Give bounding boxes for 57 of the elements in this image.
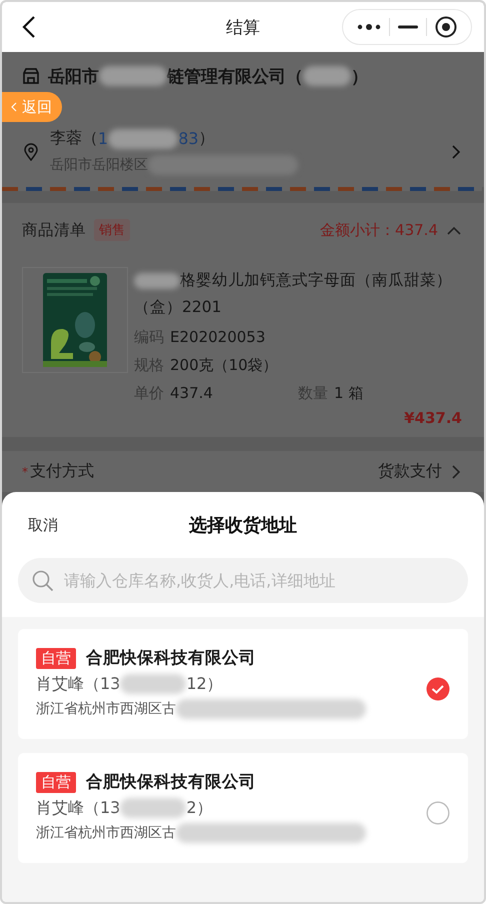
- search-icon: [32, 570, 54, 592]
- contact-name-text: 2）: [186, 797, 213, 819]
- location-icon: [24, 142, 38, 160]
- sheet-title: 选择收货地址: [189, 514, 297, 537]
- search-input[interactable]: 请输入仓库名称,收货人,电话,详细地址: [64, 571, 454, 590]
- redaction-blur: [134, 272, 180, 288]
- redaction-blur: [120, 674, 186, 694]
- field-value: 1 箱: [334, 383, 364, 404]
- close-icon[interactable]: [435, 16, 457, 38]
- store-name-text: ）: [351, 66, 368, 88]
- self-run-tag: 自营: [36, 648, 76, 668]
- product-name: （盒）2201: [134, 297, 222, 318]
- contact-name-text: 12）: [186, 673, 223, 695]
- chevron-up-icon[interactable]: [446, 224, 462, 236]
- chevron-right-icon: [450, 464, 462, 480]
- self-run-tag: 自营: [36, 772, 76, 792]
- store-name-text: （: [286, 66, 303, 88]
- more-icon[interactable]: [357, 23, 381, 31]
- chevron-right-icon: [450, 144, 462, 160]
- redaction-blur: [303, 66, 351, 86]
- address-card[interactable]: 自营 合肥快保科技有限公司 肖艾峰（13 12） 浙江省杭州市西湖区古: [18, 629, 468, 739]
- radio-icon[interactable]: [426, 801, 450, 825]
- field-value: E202020053: [170, 327, 266, 348]
- contact-name-text: 肖艾峰（13: [36, 673, 120, 695]
- field-value: 437.4: [170, 383, 213, 404]
- address-card[interactable]: 自营 合肥快保科技有限公司 肖艾峰（13 2） 浙江省杭州市西湖区古: [18, 753, 468, 863]
- minimize-icon[interactable]: [398, 25, 418, 29]
- redaction-blur: [120, 798, 186, 818]
- required-mark: *: [22, 464, 28, 478]
- contact-name-text: ）: [198, 128, 215, 149]
- back-icon[interactable]: [22, 15, 36, 39]
- company-name: 合肥快保科技有限公司: [86, 771, 256, 793]
- cancel-button[interactable]: 取消: [26, 514, 60, 536]
- contact-name-text: 肖艾峰（13: [36, 797, 120, 819]
- field-value: 200克（10袋）: [170, 355, 278, 376]
- section-title: 商品清单: [22, 220, 86, 240]
- phone-text: 83: [178, 129, 199, 148]
- product-name: 格婴幼儿加钙意式字母面（南瓜甜菜）: [180, 270, 452, 291]
- subtotal-text: 金额小计：437.4: [320, 220, 438, 240]
- payment-label: 支付方式: [30, 461, 94, 482]
- item-total: ¥437.4: [403, 409, 462, 427]
- search-field[interactable]: 请输入仓库名称,收货人,电话,详细地址: [18, 558, 468, 603]
- company-name: 合肥快保科技有限公司: [86, 647, 256, 669]
- payment-value: 货款支付: [378, 461, 442, 482]
- page-title: 结算: [226, 16, 260, 38]
- contact-name-text: 李蓉（: [50, 128, 98, 149]
- checked-radio-icon[interactable]: [426, 677, 450, 701]
- chevron-left-icon: [10, 101, 18, 113]
- store-name-text: 岳阳市: [48, 66, 99, 88]
- sale-tag: 销售: [94, 219, 130, 241]
- address-text: 浙江省杭州市西湖区古: [36, 824, 176, 842]
- redaction-blur: [99, 66, 167, 86]
- shop-icon: [22, 67, 40, 85]
- redaction-blur: [108, 128, 178, 148]
- store-name-text: 链管理有限公司: [167, 66, 286, 88]
- address-text: 浙江省杭州市西湖区古: [36, 700, 176, 718]
- phone-text: 1: [98, 129, 108, 148]
